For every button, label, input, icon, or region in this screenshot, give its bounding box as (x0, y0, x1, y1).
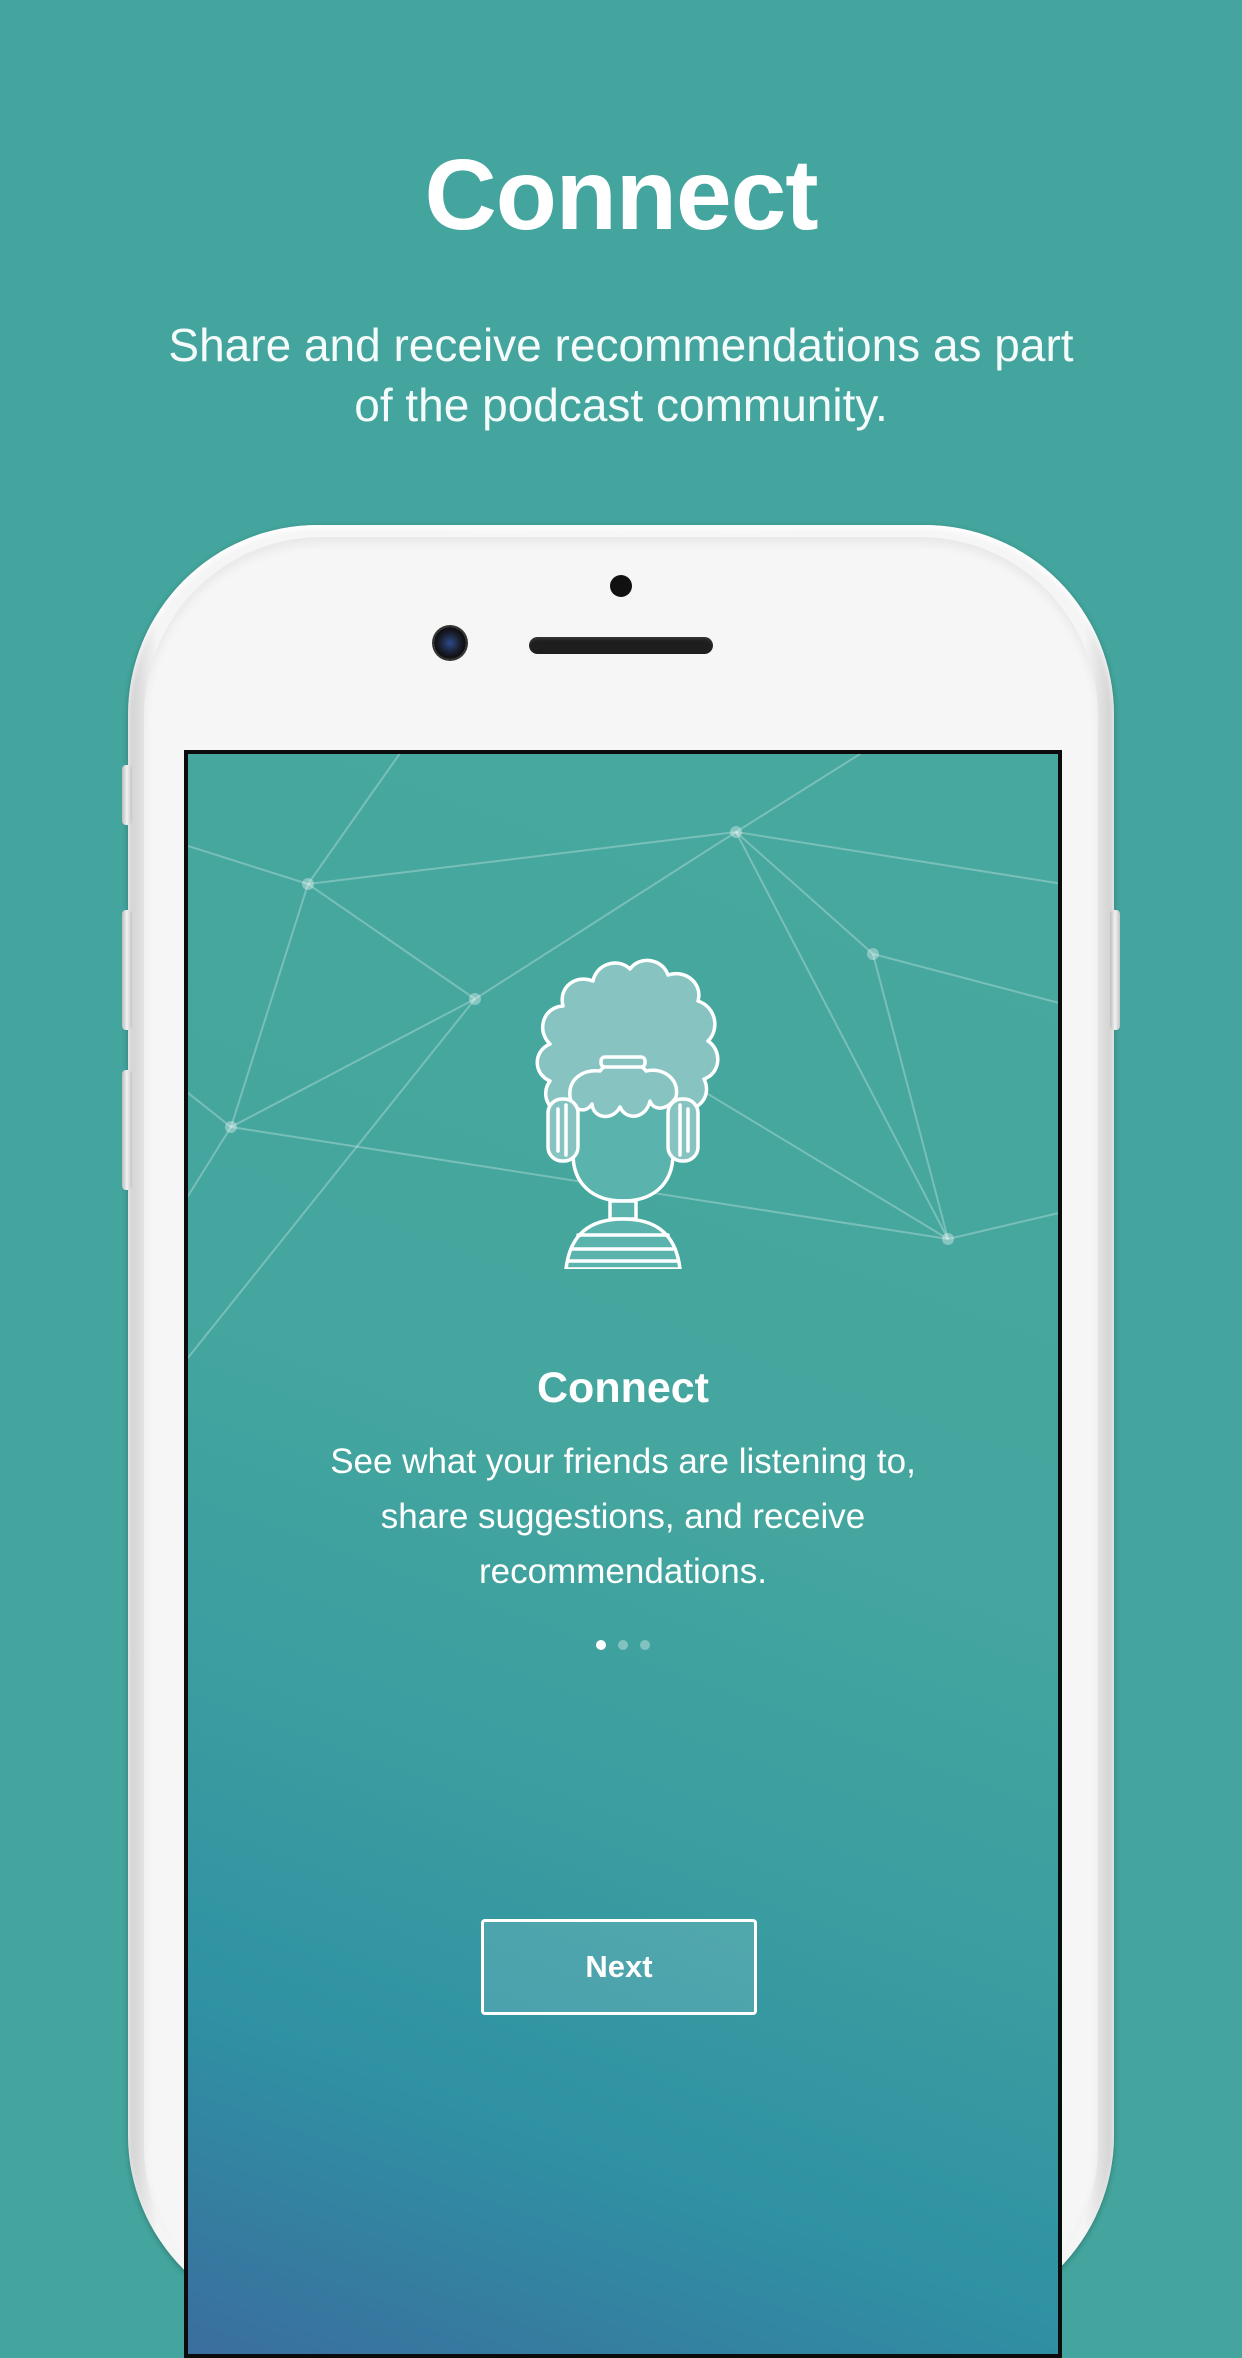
promo-title: Connect (424, 139, 819, 251)
front-camera (434, 627, 466, 659)
page-dot-2[interactable] (618, 1640, 628, 1650)
mute-switch (122, 765, 132, 825)
app-screen: Connect See what your friends are listen… (184, 750, 1062, 2358)
promo-subtitle: Share and receive recommendations as par… (168, 319, 1074, 431)
volume-down-button (122, 1070, 132, 1190)
onboarding-title: Connect (537, 1364, 709, 1412)
listener-with-headphones-icon (535, 958, 720, 1269)
phone-mockup: Connect See what your friends are listen… (122, 525, 1120, 2358)
volume-up-button (122, 910, 132, 1030)
onboarding-description: See what your friends are listening to, … (330, 1442, 916, 1591)
page-indicator[interactable] (188, 1640, 1058, 1650)
proximity-sensor (610, 575, 632, 597)
power-button (1110, 910, 1120, 1030)
page-dot-1[interactable] (596, 1640, 606, 1650)
next-button[interactable]: Next (481, 1919, 757, 2015)
page-dot-3[interactable] (640, 1640, 650, 1650)
earpiece-speaker (529, 637, 713, 654)
